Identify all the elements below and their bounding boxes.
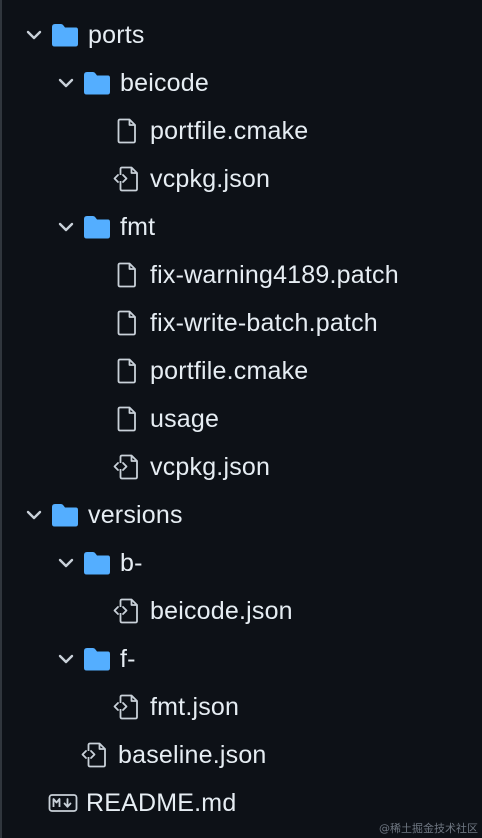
folder-icon: [50, 501, 80, 529]
tree-folder-row[interactable]: versions: [22, 491, 183, 539]
tree-folder-row[interactable]: b-: [54, 539, 143, 587]
file-code-icon: [112, 453, 142, 481]
tree-item-label: beicode: [120, 69, 209, 97]
chevron-down-icon[interactable]: [22, 23, 46, 47]
chevron-down-icon[interactable]: [54, 215, 78, 239]
tree-file-row[interactable]: vcpkg.json: [112, 155, 270, 203]
tree-item-label: fmt: [120, 213, 156, 241]
markdown-icon: [48, 789, 78, 817]
tree-folder-row[interactable]: ports: [22, 11, 145, 59]
tree-item-label: baseline.json: [118, 741, 267, 769]
file-icon: [112, 357, 142, 385]
tree-folder-row[interactable]: beicode: [54, 59, 209, 107]
tree-folder-row[interactable]: fmt: [54, 203, 155, 251]
tree-file-row[interactable]: usage: [112, 395, 219, 443]
tree-item-label: fix-write-batch.patch: [150, 309, 378, 337]
file-code-icon: [80, 741, 110, 769]
folder-icon: [82, 69, 112, 97]
file-icon: [112, 261, 142, 289]
tree-item-label: f-: [120, 645, 136, 673]
file-code-icon: [112, 597, 142, 625]
folder-icon: [50, 21, 80, 49]
tree-item-label: portfile.cmake: [150, 117, 309, 145]
chevron-down-icon[interactable]: [22, 503, 46, 527]
file-tree: @稀土掘金技术社区 ports beicode portfile.cmake vcpk…: [0, 0, 482, 838]
watermark: @稀土掘金技术社区: [379, 822, 478, 835]
tree-item-label: ports: [88, 21, 145, 49]
tree-file-row[interactable]: baseline.json: [80, 731, 267, 779]
tree-item-label: README.md: [86, 789, 237, 817]
tree-file-row[interactable]: README.md: [48, 779, 236, 827]
chevron-down-icon[interactable]: [54, 551, 78, 575]
tree-item-label: portfile.cmake: [150, 357, 309, 385]
chevron-down-icon[interactable]: [54, 71, 78, 95]
file-icon: [112, 405, 142, 433]
folder-icon: [82, 645, 112, 673]
tree-folder-row[interactable]: f-: [54, 635, 136, 683]
tree-file-row[interactable]: beicode.json: [112, 587, 293, 635]
tree-file-row[interactable]: fmt.json: [112, 683, 239, 731]
tree-item-label: fix-warning4189.patch: [150, 261, 399, 289]
tree-item-label: b-: [120, 549, 143, 577]
tree-file-row[interactable]: vcpkg.json: [112, 443, 270, 491]
tree-item-label: fmt.json: [150, 693, 240, 721]
tree-item-label: vcpkg.json: [150, 165, 271, 193]
tree-file-row[interactable]: portfile.cmake: [112, 347, 308, 395]
folder-icon: [82, 213, 112, 241]
tree-file-row[interactable]: fix-write-batch.patch: [112, 299, 378, 347]
tree-item-label: usage: [150, 405, 220, 433]
folder-icon: [82, 549, 112, 577]
tree-item-label: versions: [88, 501, 183, 529]
file-code-icon: [112, 693, 142, 721]
tree-file-row[interactable]: portfile.cmake: [112, 107, 308, 155]
tree-item-label: beicode.json: [150, 597, 293, 625]
file-code-icon: [112, 165, 142, 193]
file-icon: [112, 117, 142, 145]
file-icon: [112, 309, 142, 337]
chevron-down-icon[interactable]: [54, 647, 78, 671]
tree-item-label: vcpkg.json: [150, 453, 271, 481]
tree-file-row[interactable]: fix-warning4189.patch: [112, 251, 399, 299]
